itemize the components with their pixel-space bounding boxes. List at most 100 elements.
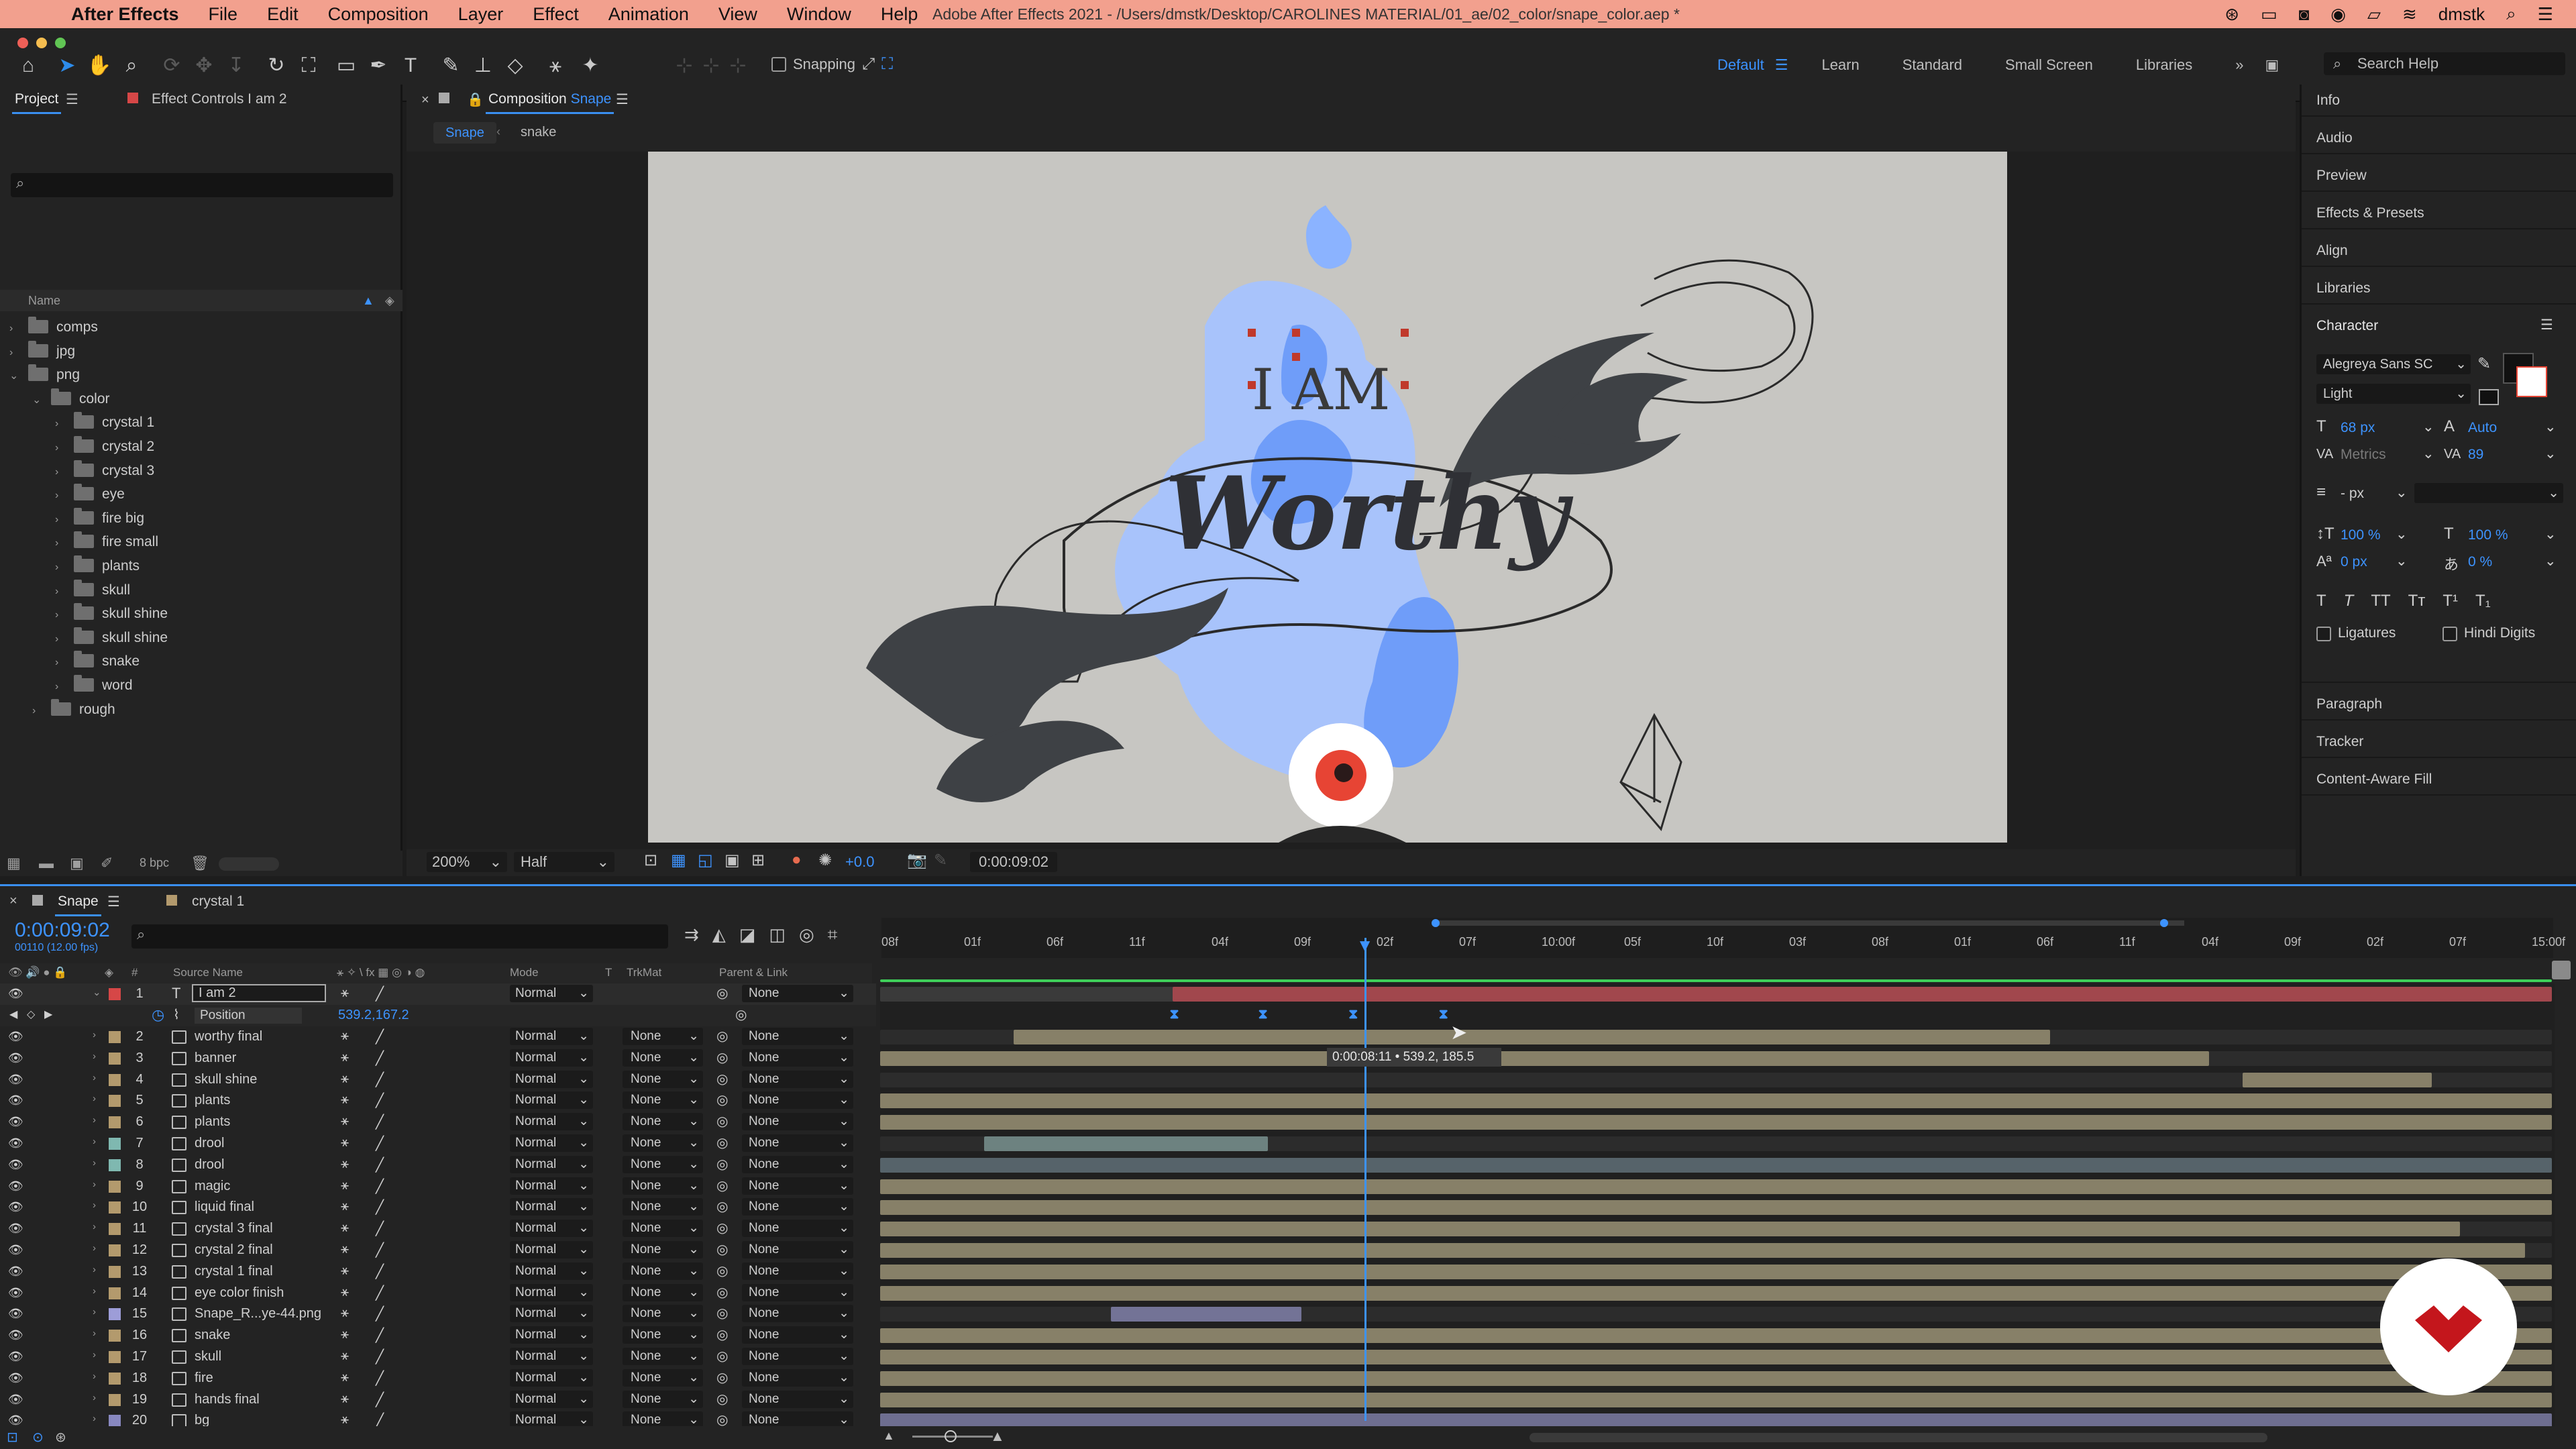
trash-icon[interactable]: 🗑: [191, 855, 209, 872]
chevron-down-icon[interactable]: ⌄: [32, 388, 51, 413]
zoom-tool-icon[interactable]: ⌕: [118, 52, 145, 79]
layer-row[interactable]: 👁 › 10 liquid final ⚹ ╱ Normal ⌄ None ⌄ ◎ None ⌄: [0, 1197, 876, 1218]
parent-pickwhip-icon[interactable]: ◎: [716, 1326, 728, 1343]
layer-label-color[interactable]: [109, 1180, 121, 1193]
quality-switch-icon[interactable]: ╱: [376, 1199, 384, 1216]
expression-pickwhip-icon[interactable]: ◎: [735, 1006, 747, 1023]
work-area-end-handle[interactable]: [2160, 919, 2168, 927]
layer-label-color[interactable]: [109, 1393, 121, 1406]
project-search-input[interactable]: ⌕: [11, 173, 393, 197]
layer-label-color[interactable]: [109, 1031, 121, 1043]
black-swatch[interactable]: [2479, 389, 2499, 405]
chevron-down-icon[interactable]: ⌄: [93, 986, 101, 998]
parent-dropdown[interactable]: None ⌄: [742, 1305, 853, 1323]
trkmat-dropdown[interactable]: None ⌄: [623, 1198, 703, 1216]
parent-pickwhip-icon[interactable]: ◎: [716, 1220, 728, 1236]
project-tab-menu-icon[interactable]: ☰: [66, 91, 78, 108]
trkmat-dropdown[interactable]: None ⌄: [623, 1220, 703, 1238]
chevron-right-icon[interactable]: ›: [93, 1114, 96, 1126]
layer-duration-bar[interactable]: [880, 1115, 2552, 1130]
layer-duration-bar[interactable]: [880, 1243, 2526, 1258]
layer-mode-dropdown[interactable]: Normal ⌄: [510, 1028, 593, 1045]
leading-dropdown-icon[interactable]: ⌄: [2544, 419, 2557, 435]
layer-label-color[interactable]: [109, 1159, 121, 1171]
clone-stamp-tool-icon[interactable]: ⊥: [470, 52, 496, 79]
collapse-switch-icon[interactable]: ⚹: [341, 1305, 349, 1321]
visibility-eye-icon[interactable]: 👁: [8, 1030, 23, 1044]
parent-dropdown[interactable]: None ⌄: [742, 1070, 853, 1088]
timeline-zoom-handle[interactable]: [2552, 961, 2571, 979]
search-help-input[interactable]: ⌕ Search Help: [2324, 52, 2565, 75]
layer-mode-dropdown[interactable]: Normal ⌄: [510, 1134, 593, 1152]
trkmat-column[interactable]: TrkMat: [627, 966, 661, 979]
panel-align[interactable]: Align: [2316, 243, 2348, 259]
horizontal-scale-dropdown-icon[interactable]: ⌄: [2544, 526, 2557, 543]
horizontal-scale-value[interactable]: 100 %: [2468, 527, 2508, 543]
trkmat-dropdown[interactable]: None ⌄: [623, 1177, 703, 1195]
panel-toggle-icon[interactable]: ▣: [2265, 56, 2279, 74]
parent-pickwhip-icon[interactable]: ◎: [716, 1348, 728, 1364]
layer-label-color[interactable]: [109, 1287, 121, 1299]
menu-layer[interactable]: Layer: [458, 4, 504, 25]
layer-label-color[interactable]: [109, 1201, 121, 1214]
layer-duration-bar[interactable]: [880, 1328, 2552, 1344]
menu-edit[interactable]: Edit: [267, 4, 299, 25]
workspace-small-screen[interactable]: Small Screen: [2005, 56, 2093, 74]
zoom-out-icon[interactable]: ▲: [883, 1429, 895, 1443]
chevron-right-icon[interactable]: ›: [93, 1093, 96, 1104]
zoom-window-button[interactable]: [55, 38, 66, 48]
parent-dropdown[interactable]: None ⌄: [742, 1155, 853, 1173]
quality-switch-icon[interactable]: ╱: [376, 985, 384, 1002]
layer-name[interactable]: worthy final: [195, 1029, 262, 1044]
collapse-switch-icon[interactable]: ⚹: [341, 1370, 349, 1385]
layer-name[interactable]: skull shine: [195, 1072, 257, 1087]
axis-local-icon[interactable]: ⊹: [671, 52, 698, 79]
parent-dropdown[interactable]: None ⌄: [742, 1390, 853, 1408]
frame-blending-icon[interactable]: ◫: [769, 924, 786, 946]
record-icon[interactable]: ◉: [2330, 4, 2346, 25]
draft-3d-icon[interactable]: ◭: [712, 924, 726, 946]
chevron-right-icon[interactable]: ›: [93, 1264, 96, 1275]
shy-layers-icon[interactable]: ◪: [739, 924, 756, 946]
workspace-default[interactable]: Default: [1717, 56, 1764, 74]
menu-effect[interactable]: Effect: [533, 4, 579, 25]
panel-tracker[interactable]: Tracker: [2316, 734, 2363, 750]
workspace-standard[interactable]: Standard: [1902, 56, 1962, 74]
parent-pickwhip-icon[interactable]: ◎: [716, 1134, 728, 1151]
tab-effect-controls[interactable]: Effect Controls I am 2: [152, 91, 287, 107]
visibility-eye-icon[interactable]: 👁: [8, 1265, 23, 1279]
quality-switch-icon[interactable]: ╱: [376, 1220, 384, 1237]
layer-mode-dropdown[interactable]: Normal ⌄: [510, 1326, 593, 1344]
chevron-right-icon[interactable]: ›: [55, 675, 74, 699]
trkmat-dropdown[interactable]: None ⌄: [623, 1049, 703, 1067]
layer-row[interactable]: 👁 ⌄ 1 T I am 2 ⚹ ╱ Normal ⌄ ◎ None ⌄: [0, 983, 876, 1005]
layer-duration-bar[interactable]: [983, 1136, 1269, 1151]
work-area-start-handle[interactable]: [1432, 919, 1440, 927]
layer-row[interactable]: 👁 › 14 eye color finish ⚹ ╱ Normal ⌄ None ⌄ ◎ None ⌄: [0, 1283, 876, 1304]
subscript-icon[interactable]: T₁: [2475, 592, 2491, 610]
all-caps-icon[interactable]: TT: [2371, 592, 2390, 610]
chevron-right-icon[interactable]: ›: [93, 1392, 96, 1403]
visibility-eye-icon[interactable]: 👁: [8, 1073, 23, 1087]
collapse-switch-icon[interactable]: ⚹: [341, 985, 349, 1001]
trkmat-dropdown[interactable]: None ⌄: [623, 1283, 703, 1301]
layer-name[interactable]: I am 2: [192, 984, 326, 1002]
new-folder-icon[interactable]: ▬: [39, 855, 54, 872]
layer-duration-bar[interactable]: [880, 1371, 2552, 1386]
stroke-color-swatch[interactable]: [2516, 366, 2547, 397]
layer-duration-bar[interactable]: [880, 1157, 2552, 1173]
chevron-right-icon[interactable]: ›: [55, 555, 74, 580]
wifi-icon[interactable]: ≋: [2402, 4, 2417, 25]
layer-label-color[interactable]: [109, 1095, 121, 1108]
trkmat-dropdown[interactable]: None ⌄: [623, 1091, 703, 1110]
stroke-width-value[interactable]: - px: [2341, 486, 2364, 502]
sort-ascending-icon[interactable]: ▲: [362, 290, 374, 311]
guides-icon[interactable]: ⊞: [751, 851, 765, 870]
next-keyframe-icon[interactable]: ▶: [44, 1008, 52, 1021]
column-name[interactable]: Name: [28, 294, 60, 307]
collapse-switch-icon[interactable]: ⚹: [341, 1348, 349, 1364]
toggle-inout-icon[interactable]: ⊛: [55, 1429, 66, 1446]
parent-pickwhip-icon[interactable]: ◎: [716, 985, 728, 1002]
menu-window[interactable]: Window: [787, 4, 851, 25]
leading-value[interactable]: Auto: [2468, 420, 2497, 436]
